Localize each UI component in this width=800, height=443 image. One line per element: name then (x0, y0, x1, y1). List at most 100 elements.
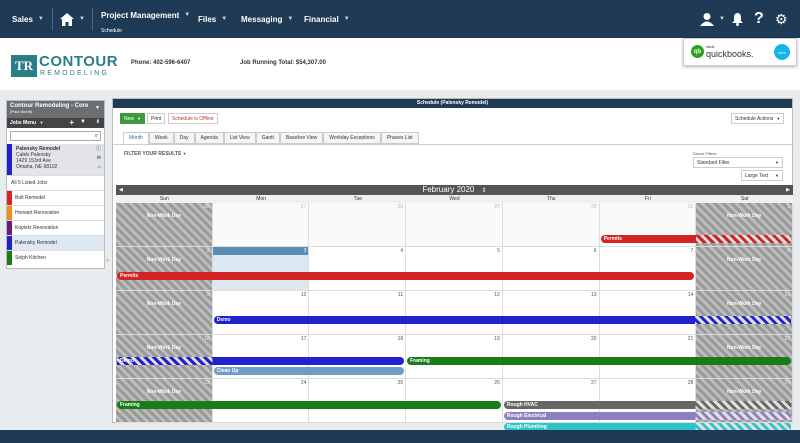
list-item[interactable]: Horwart Renovation (7, 205, 104, 220)
nav-messaging[interactable]: Messaging ▼ (241, 0, 293, 38)
day-number: 26 (494, 380, 500, 386)
add-job-icon[interactable]: + (69, 118, 74, 127)
nav-divider (92, 8, 93, 30)
schedule-event-demo2[interactable]: Demo (117, 357, 405, 365)
schedule-event-permits2[interactable]: Permits (117, 272, 695, 280)
bell-icon[interactable] (732, 0, 743, 38)
calendar-day-cell[interactable]: 2 Non-Work Day (116, 247, 213, 291)
integrations-box[interactable]: qb intuit quickbooks. xero (683, 38, 797, 66)
company-logo-name: CONTOUR (39, 53, 119, 70)
search-icon[interactable]: ⌕ (95, 133, 98, 140)
text-size-select[interactable]: Large Text ▼ (741, 170, 783, 181)
calendar-day-cell[interactable]: 30 (502, 203, 600, 247)
sort-icon[interactable]: ⇕ (96, 119, 100, 125)
calendar-day-cell[interactable]: 6 (502, 247, 600, 291)
selected-job-card[interactable]: Palensky Remodel Caleb Palensky 1429 153… (7, 144, 104, 175)
xero-icon[interactable]: xero (774, 44, 790, 60)
chevron-down-icon[interactable]: ▼ (95, 105, 100, 111)
schedule-event-rough-hvac[interactable]: Rough HVAC (504, 401, 791, 409)
calendar-day-cell[interactable]: 7 (599, 247, 697, 291)
schedule-actions-button[interactable]: Schedule Actions ▼ (731, 113, 785, 124)
calendar-day-cell[interactable]: 28 (309, 203, 407, 247)
schedule-event-demo1[interactable]: Demo (214, 316, 791, 324)
chevron-down-icon: ▼ (221, 16, 228, 22)
day-number: 16 (204, 336, 210, 342)
schedule-event-framing2[interactable]: Framing (117, 401, 501, 409)
info-icon[interactable]: ⓘ (96, 146, 101, 152)
saved-filters-label: Saved Filters (693, 151, 717, 156)
list-item[interactable]: Selph Kitchen (7, 250, 104, 265)
schedule-event-clean-up[interactable]: Clean Up (213, 367, 405, 375)
nav-project-management-label: Project Management (101, 10, 180, 20)
non-work-day-label: Non-Work Day (146, 389, 182, 395)
job-color-bar (7, 251, 12, 265)
tab-week[interactable]: Week (148, 132, 174, 144)
month-picker-icon[interactable]: ⇕ (482, 188, 487, 194)
tab-day[interactable]: Day (173, 132, 195, 144)
list-item[interactable]: Bolt Remodel (7, 190, 104, 205)
day-number: 9 (206, 292, 210, 298)
calendar-day-cell[interactable]: 5 (406, 247, 503, 291)
list-item[interactable]: Kopietz Renovation (7, 220, 104, 235)
tab-workday-exceptions[interactable]: Workday Exceptions (323, 132, 381, 144)
saved-filter-select[interactable]: Standard Filter ▼ (693, 157, 783, 168)
calendar-day-cell[interactable]: 3 (212, 247, 310, 291)
chevron-down-icon: ▼ (137, 116, 141, 121)
prev-month-icon[interactable]: ◀ (119, 185, 123, 195)
nav-sales[interactable]: Sales ▼ (12, 0, 44, 38)
user-icon[interactable]: ▼ (700, 0, 725, 38)
filter-icon[interactable]: ▼ (80, 119, 86, 125)
day-number: 23 (204, 380, 210, 386)
help-icon[interactable]: ? (754, 0, 764, 38)
gear-icon[interactable]: ⚙ (775, 0, 788, 38)
tab-agenda[interactable]: Agenda (194, 132, 224, 144)
print-button[interactable]: Print (147, 113, 166, 124)
tab-baseline-view[interactable]: Baseline View (279, 132, 324, 144)
day-number: 6 (593, 248, 597, 254)
schedule-event-rough-electrical[interactable]: Rough Electrical (504, 412, 791, 420)
calendar-day-cell[interactable]: 12 (406, 291, 503, 335)
tab-phases-list[interactable]: Phases List (380, 132, 419, 144)
calendar-day-cell[interactable]: 27 (212, 203, 310, 247)
calendar-day-cell[interactable]: 11 (309, 291, 407, 335)
nav-project-sub: Schedule (101, 28, 122, 34)
job-search-input[interactable]: ⌕ (10, 131, 101, 141)
view-tabs: Month Week Day Agenda List View Gantt Ba… (123, 132, 419, 144)
list-item[interactable]: Palensky Remodel (7, 235, 104, 250)
calendar-day-cell[interactable]: 9 Non-Work Day (116, 291, 213, 335)
tab-list-view[interactable]: List View (223, 132, 256, 144)
calendar-day-cell[interactable]: 8 Non-Work Day (696, 247, 793, 291)
calendar-day-cell[interactable]: 10 (212, 291, 310, 335)
nav-sales-label: Sales (12, 14, 33, 24)
filter-results-label: FILTER YOUR RESULTS (124, 151, 182, 157)
email-icon[interactable]: ✉ (97, 155, 101, 161)
nav-files[interactable]: Files ▼ (198, 0, 227, 38)
job-name: Horwart Renovation (15, 210, 60, 216)
all-jobs-item[interactable]: All 5 Listed Jobs (7, 175, 104, 190)
job-name: Kopietz Renovation (15, 225, 59, 231)
jobs-panel-header[interactable]: Contour Remodeling - Core (Paul Worth) ▼ (7, 101, 104, 118)
filter-results-toggle[interactable]: FILTER YOUR RESULTS ▼ (124, 151, 187, 157)
month-header: ◀ February 2020 ⇕ ▶ (116, 185, 793, 195)
home-icon[interactable]: ⌂ (98, 164, 101, 170)
calendar-day-cell[interactable]: 4 (309, 247, 407, 291)
weekday-wed: Wed (449, 196, 460, 202)
calendar-day-cell[interactable]: 13 (502, 291, 600, 335)
nav-financial[interactable]: Financial ▼ (304, 0, 350, 38)
calendar-day-cell[interactable]: 26 Non-Work Day (116, 203, 213, 247)
schedule-event-framing1[interactable]: Framing (407, 357, 791, 365)
next-month-icon[interactable]: ▶ (786, 185, 790, 195)
collapse-panel-icon[interactable]: « (106, 258, 109, 264)
calendar-day-cell[interactable]: 15 Non-Work Day (696, 291, 793, 335)
new-button[interactable]: New ▼ (120, 113, 145, 124)
tab-month[interactable]: Month (123, 132, 149, 144)
schedule-actions-label: Schedule Actions (735, 115, 774, 122)
home-icon[interactable]: ▼ (60, 0, 85, 38)
calendar-day-cell[interactable]: 29 (406, 203, 503, 247)
tabs-divider (113, 144, 794, 145)
schedule-offline-button[interactable]: Schedule is Offline (168, 113, 218, 124)
jobs-menu[interactable]: Jobs Menu ▼ + ▼ ⇕ (7, 118, 104, 128)
schedule-event-permits1[interactable]: Permits (601, 235, 791, 243)
calendar-day-cell[interactable]: 14 (599, 291, 697, 335)
tab-gantt[interactable]: Gantt (255, 132, 280, 144)
